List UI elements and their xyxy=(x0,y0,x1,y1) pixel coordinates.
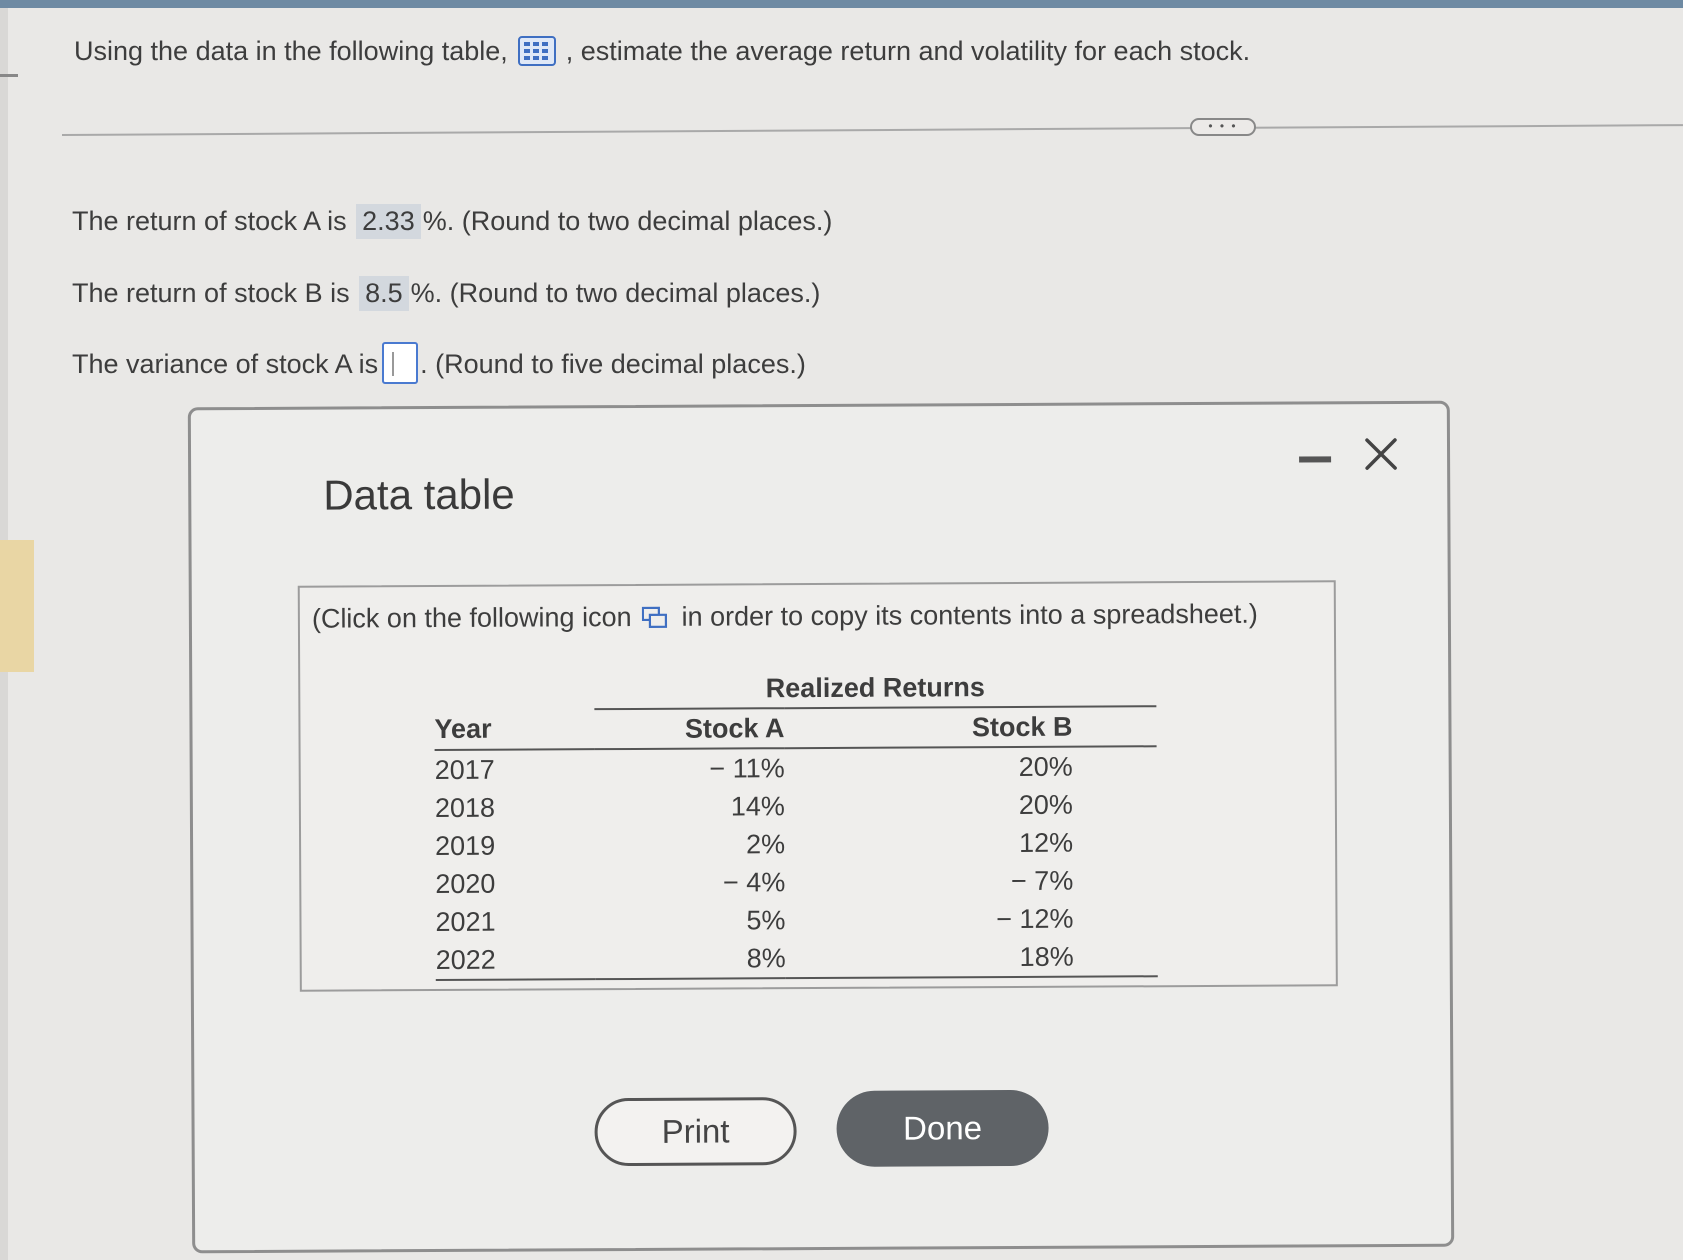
cell-stock-a: − 11% xyxy=(709,752,785,784)
answer-a-value[interactable]: 2.33 xyxy=(356,204,421,239)
answer-b-prefix: The return of stock B is xyxy=(72,278,350,308)
cell-stock-a: 2% xyxy=(745,828,786,859)
copy-note-prefix: (Click on the following icon xyxy=(311,601,632,634)
variance-a-input[interactable] xyxy=(382,342,419,384)
table-row: 2019 2% 12% xyxy=(435,823,1157,865)
answer-a-prefix: The return of stock A is xyxy=(72,206,347,236)
column-header-stock-b: Stock B xyxy=(784,706,1157,749)
more-options-button[interactable]: • • • xyxy=(1190,118,1256,136)
cell-stock-a: − 4% xyxy=(722,866,786,898)
column-header-stock-a: Stock A xyxy=(594,708,785,750)
copy-icon[interactable] xyxy=(641,605,667,629)
cell-stock-b: 18% xyxy=(785,937,1158,979)
left-side-tab[interactable] xyxy=(0,540,34,672)
cell-year: 2018 xyxy=(434,792,496,823)
variance-a-prefix: The variance of stock A is xyxy=(72,349,379,380)
input-caret xyxy=(392,352,395,376)
variance-a-suffix: . (Round to five decimal places.) xyxy=(420,349,806,380)
question-suffix: , estimate the average return and volati… xyxy=(565,36,1251,67)
data-table-panel: (Click on the following icon in order to… xyxy=(297,580,1338,992)
answer-b-suffix: %. (Round to two decimal places.) xyxy=(410,278,821,308)
column-header-year: Year xyxy=(434,709,595,751)
section-divider xyxy=(61,124,1683,136)
cell-stock-a: 8% xyxy=(595,939,786,980)
empty-header-cell xyxy=(434,670,594,710)
table-row: 2022 8% 18% xyxy=(435,937,1158,981)
answer-line-variance-a: The variance of stock A is . (Round to fi… xyxy=(72,342,806,390)
table-row: 2018 14% 20% xyxy=(435,785,1157,827)
table-row: 2020 − 4% − 7% xyxy=(435,861,1157,903)
print-button[interactable]: Print xyxy=(594,1097,797,1167)
question-text: Using the data in the following table, ,… xyxy=(74,36,1250,70)
cell-stock-b: − 12% xyxy=(996,903,1074,934)
top-bar xyxy=(0,0,1683,8)
copy-note-suffix: in order to copy its contents into a spr… xyxy=(681,598,1258,632)
cell-stock-b: − 7% xyxy=(1010,865,1074,896)
done-button[interactable]: Done xyxy=(836,1089,1049,1167)
question-prefix: Using the data in the following table, xyxy=(74,36,508,67)
group-header-realized-returns: Realized Returns xyxy=(594,667,1157,710)
answer-line-stock-b: The return of stock B is 8.5%. (Round to… xyxy=(72,276,820,311)
cell-year: 2021 xyxy=(435,906,496,937)
realized-returns-table: Realized Returns Year Stock A Stock B 20… xyxy=(434,667,1158,981)
cell-year: 2020 xyxy=(435,868,496,899)
cell-year: 2019 xyxy=(435,830,496,861)
cell-year: 2017 xyxy=(434,754,495,785)
table-grid-icon[interactable] xyxy=(517,36,556,66)
cell-stock-a: 5% xyxy=(746,904,786,935)
cell-stock-a: 14% xyxy=(730,790,785,821)
column-header-row: Year Stock A Stock B xyxy=(434,706,1157,751)
close-icon[interactable] xyxy=(1361,434,1401,474)
cell-year: 2022 xyxy=(435,940,596,981)
answer-b-value[interactable]: 8.5 xyxy=(359,276,409,311)
left-edge-mark xyxy=(0,74,18,77)
cell-stock-b: 20% xyxy=(1018,789,1073,820)
answer-line-stock-a: The return of stock A is 2.33%. (Round t… xyxy=(72,204,832,239)
cell-stock-b: 20% xyxy=(1018,751,1073,782)
copy-note: (Click on the following icon in order to… xyxy=(312,599,1258,635)
group-header-row: Realized Returns xyxy=(434,667,1157,710)
minimize-icon[interactable] xyxy=(1299,456,1332,463)
table-row: 2017 − 11% 20% xyxy=(435,746,1157,789)
answer-a-suffix: %. (Round to two decimal places.) xyxy=(422,206,833,236)
table-row: 2021 5% − 12% xyxy=(435,899,1157,941)
cell-stock-b: 12% xyxy=(1018,827,1074,858)
dialog-title: Data table xyxy=(323,470,515,519)
data-table-dialog: Data table (Click on the following icon … xyxy=(187,400,1455,1254)
